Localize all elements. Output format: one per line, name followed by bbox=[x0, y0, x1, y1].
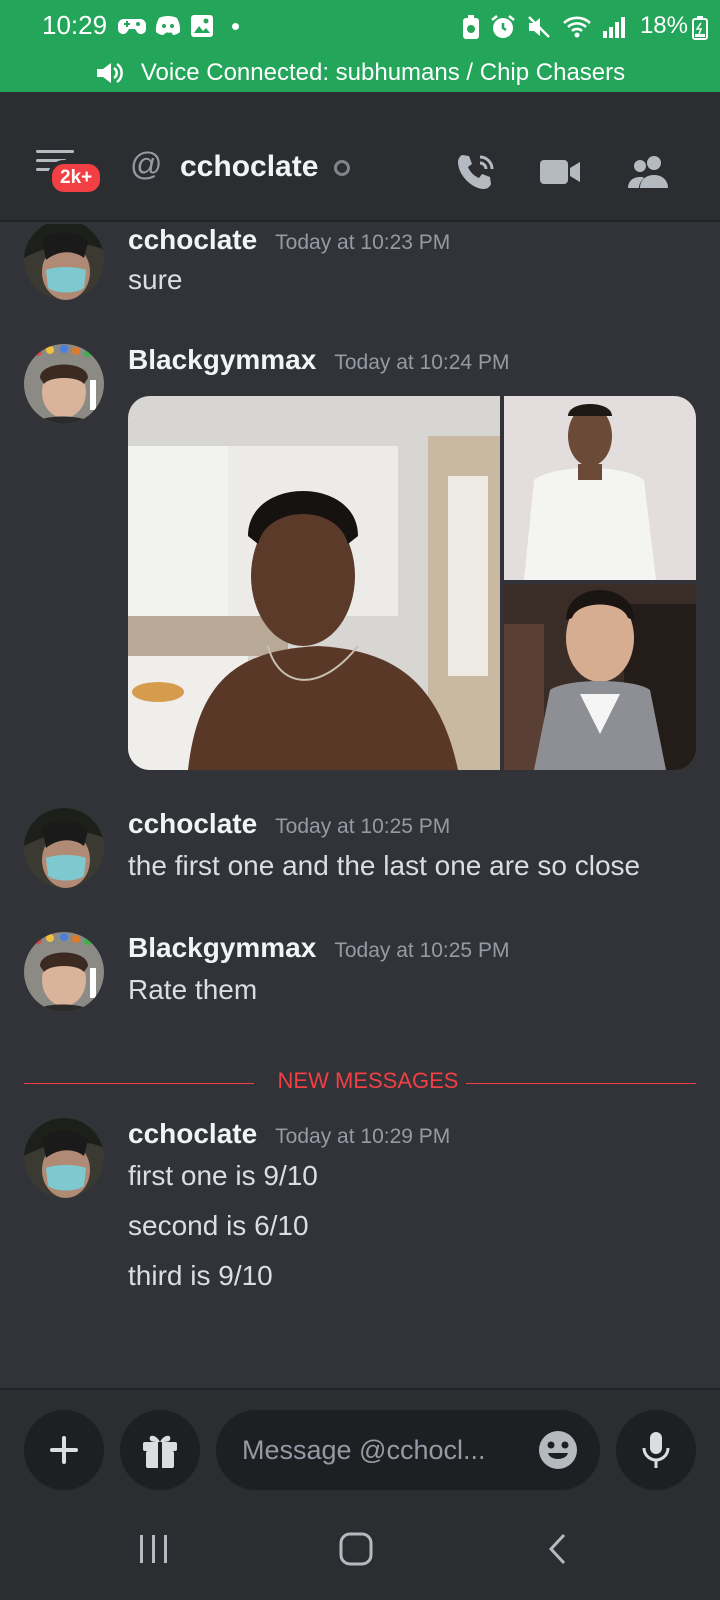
back-button[interactable] bbox=[528, 1524, 588, 1574]
status-time: 10:29 bbox=[42, 10, 108, 40]
timestamp: Today at 10:25 PM bbox=[334, 939, 510, 962]
timestamp: Today at 10:25 PM bbox=[275, 815, 451, 838]
status-bar: 10:29 18% bbox=[0, 0, 720, 52]
avatar[interactable] bbox=[24, 1118, 104, 1198]
mute-icon bbox=[528, 16, 550, 38]
recent-apps-icon bbox=[140, 1535, 167, 1563]
message-header: Blackgymmax Today at 10:24 PM bbox=[128, 344, 509, 376]
alarm-icon bbox=[491, 15, 515, 38]
home-button[interactable] bbox=[326, 1524, 386, 1574]
discord-icon bbox=[155, 16, 181, 35]
divider-line-left bbox=[24, 1083, 254, 1084]
status-area: 10:29 18% Voice Connected: subhumans / C… bbox=[0, 0, 720, 92]
notification-icons bbox=[118, 14, 239, 38]
member-list-button[interactable] bbox=[618, 144, 678, 200]
author-name[interactable]: cchoclate bbox=[128, 224, 257, 256]
divider-line-right bbox=[466, 1083, 696, 1084]
add-attachment-button[interactable] bbox=[24, 1410, 104, 1490]
message-text: third is 9/10 bbox=[128, 1260, 273, 1291]
speaker-icon bbox=[96, 62, 123, 84]
video-call-button[interactable] bbox=[530, 144, 590, 200]
voice-connected-text: Voice Connected: subhumans / Chip Chaser… bbox=[140, 59, 626, 86]
emoji-button[interactable] bbox=[538, 1430, 578, 1470]
gift-button[interactable] bbox=[120, 1410, 200, 1490]
message-text: sure bbox=[128, 264, 183, 295]
new-messages-divider: NEW MESSAGES bbox=[24, 1068, 696, 1098]
message-header: cchoclate Today at 10:23 PM bbox=[128, 224, 450, 256]
gift-icon bbox=[143, 1435, 177, 1468]
battery-saver-icon bbox=[463, 15, 479, 39]
image-attachment-2[interactable] bbox=[504, 396, 696, 580]
offline-status-icon bbox=[334, 160, 350, 176]
battery-icon bbox=[692, 16, 708, 40]
new-messages-label: NEW MESSAGES bbox=[277, 1068, 459, 1093]
plus-icon bbox=[50, 1436, 78, 1464]
gamepad-icon bbox=[118, 18, 146, 34]
signal-icon bbox=[603, 17, 625, 38]
message-text: second is 6/10 bbox=[128, 1210, 309, 1241]
voice-call-button[interactable] bbox=[446, 144, 506, 200]
voice-connected-banner[interactable]: Voice Connected: subhumans / Chip Chaser… bbox=[0, 54, 720, 92]
timestamp: Today at 10:24 PM bbox=[334, 351, 510, 374]
avatar[interactable] bbox=[24, 932, 104, 1012]
system-nav-bar bbox=[0, 1494, 720, 1600]
video-icon bbox=[540, 160, 580, 184]
avatar[interactable] bbox=[24, 344, 104, 424]
timestamp: Today at 10:29 PM bbox=[275, 1125, 451, 1148]
system-icons bbox=[462, 14, 626, 40]
emoji-icon bbox=[539, 1431, 577, 1469]
battery-percent: 18% bbox=[639, 12, 688, 39]
wifi-icon bbox=[563, 16, 591, 38]
author-name[interactable]: cchoclate bbox=[128, 1118, 257, 1150]
more-notifications-dot bbox=[232, 22, 239, 30]
back-icon bbox=[548, 1533, 566, 1565]
author-name[interactable]: Blackgymmax bbox=[128, 344, 316, 376]
image-attachment-3[interactable] bbox=[504, 584, 696, 770]
message-header: cchoclate Today at 10:29 PM bbox=[128, 1118, 450, 1150]
message-header: cchoclate Today at 10:25 PM bbox=[128, 808, 450, 840]
image-attachment-grid bbox=[128, 396, 696, 770]
channel-header: 2k+ @ cchoclate bbox=[0, 92, 720, 222]
message-text: Rate them bbox=[128, 974, 258, 1005]
home-icon bbox=[339, 1532, 373, 1566]
avatar[interactable] bbox=[24, 224, 104, 300]
avatar[interactable] bbox=[24, 808, 104, 888]
recent-apps-button[interactable] bbox=[124, 1524, 184, 1574]
at-icon: @ bbox=[130, 146, 163, 182]
unread-badge: 2k+ bbox=[48, 160, 105, 196]
message-composer bbox=[0, 1388, 720, 1600]
page-title[interactable]: cchoclate bbox=[180, 150, 318, 184]
message-header: Blackgymmax Today at 10:25 PM bbox=[128, 932, 509, 964]
voice-message-button[interactable] bbox=[616, 1410, 696, 1490]
members-icon bbox=[628, 156, 668, 188]
call-icon bbox=[458, 155, 494, 189]
message-text: the first one and the last one are so cl… bbox=[128, 850, 641, 881]
image-attachment-1[interactable] bbox=[128, 396, 500, 770]
microphone-icon bbox=[642, 1432, 670, 1468]
timestamp: Today at 10:23 PM bbox=[275, 231, 451, 254]
gallery-icon bbox=[191, 15, 213, 37]
author-name[interactable]: Blackgymmax bbox=[128, 932, 316, 964]
message-text: first one is 9/10 bbox=[128, 1160, 318, 1191]
message-list[interactable]: cchoclate Today at 10:23 PM sure Blackgy… bbox=[0, 224, 720, 1388]
author-name[interactable]: cchoclate bbox=[128, 808, 257, 840]
open-drawer-button[interactable]: 2k+ bbox=[30, 144, 105, 200]
